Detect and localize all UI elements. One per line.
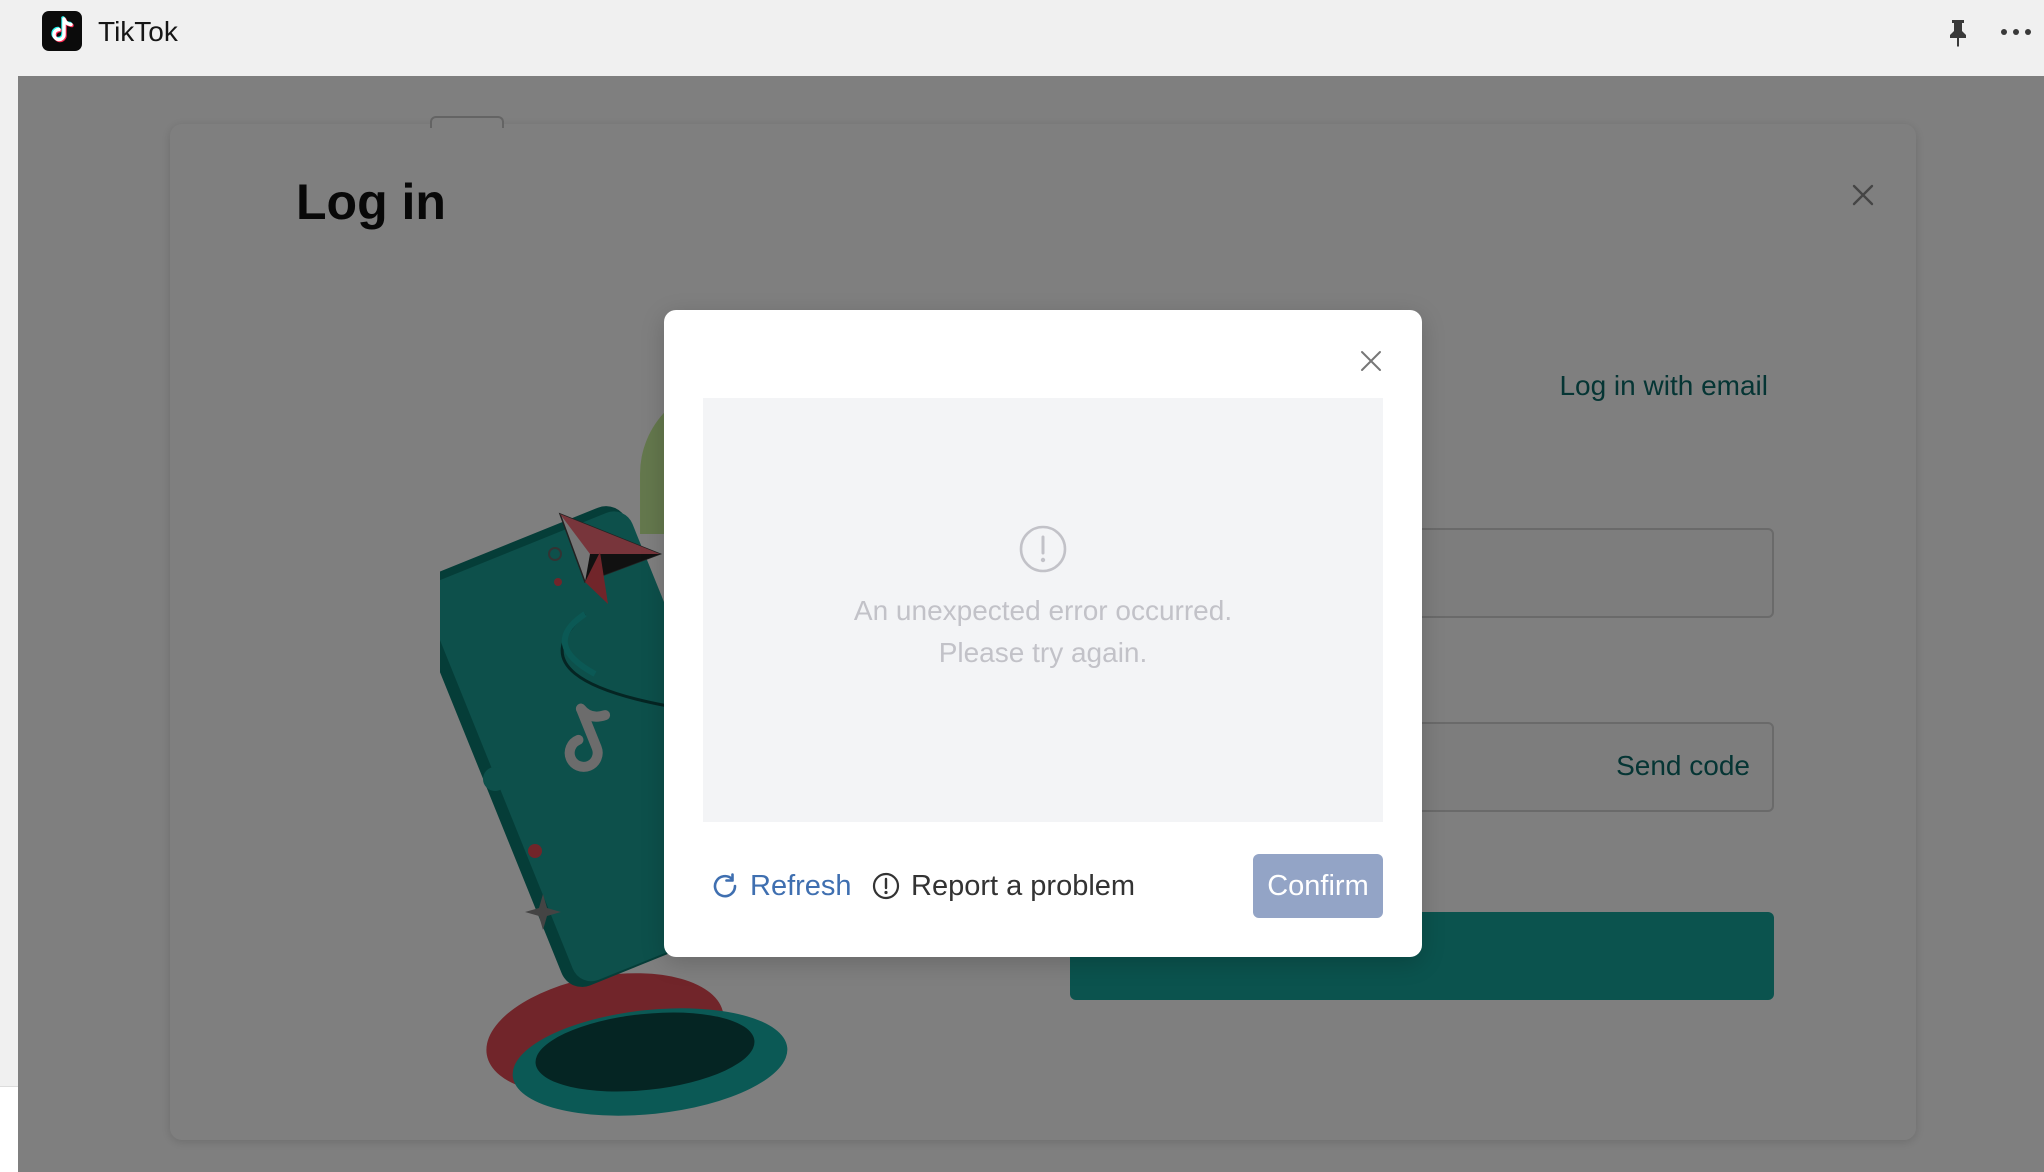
refresh-button[interactable]: Refresh [710,866,852,906]
left-strip-bottom [0,1086,18,1172]
report-problem-button[interactable]: Report a problem [871,866,1135,906]
app-title: TikTok [98,16,178,47]
error-message: An unexpected error occurred. Please try… [853,595,1233,668]
title-bar: TikTok [18,0,2044,76]
refresh-label: Refresh [750,869,852,902]
refresh-icon [710,871,740,901]
left-strip [0,0,19,1172]
exclamation-circle-icon [1018,524,1068,574]
error-dialog: An unexpected error occurred. Please try… [664,310,1422,957]
error-panel: An unexpected error occurred. Please try… [703,398,1383,822]
close-icon[interactable] [1358,348,1384,374]
pin-icon[interactable] [1942,16,1974,48]
confirm-button[interactable]: Confirm [1253,854,1383,918]
more-icon[interactable] [1998,16,2034,48]
report-problem-label: Report a problem [911,869,1136,902]
tiktok-logo-icon [42,11,82,51]
exclamation-circle-icon [871,871,901,901]
